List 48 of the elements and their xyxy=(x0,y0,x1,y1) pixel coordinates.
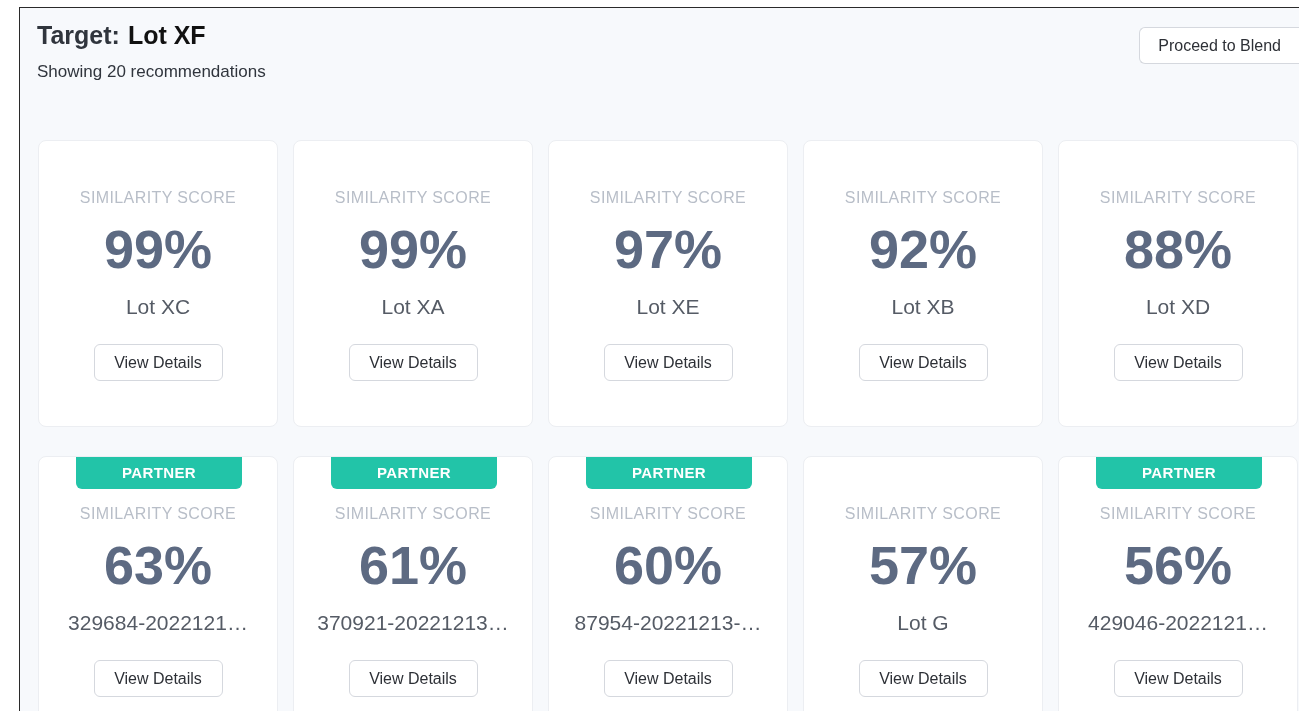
similarity-score: 92% xyxy=(868,218,978,280)
proceed-button[interactable]: Proceed to Blend xyxy=(1139,27,1299,64)
view-details-button[interactable]: View Details xyxy=(858,344,988,381)
target-label: Target: xyxy=(37,20,120,51)
view-details-button[interactable]: View Details xyxy=(93,344,223,381)
score-label: SIMILARITY SCORE xyxy=(79,504,237,524)
lot-name: Lot XA xyxy=(381,294,445,320)
view-details-button[interactable]: View Details xyxy=(603,660,733,697)
subtitle: Showing 20 recommendations xyxy=(37,60,266,83)
similarity-score: 99% xyxy=(358,218,468,280)
score-label: SIMILARITY SCORE xyxy=(844,188,1002,208)
view-details-button[interactable]: View Details xyxy=(1113,344,1243,381)
similarity-score: 99% xyxy=(103,218,213,280)
lot-name: 370921-20221213… xyxy=(317,610,509,636)
partner-badge: PARTNER xyxy=(1096,457,1262,489)
lot-name: 329684-2022121… xyxy=(68,610,248,636)
score-label: SIMILARITY SCORE xyxy=(334,504,492,524)
similarity-score: 60% xyxy=(613,534,723,596)
score-label: SIMILARITY SCORE xyxy=(334,188,492,208)
lot-name: 429046-2022121… xyxy=(1088,610,1268,636)
score-label: SIMILARITY SCORE xyxy=(1099,504,1257,524)
lot-name: Lot XC xyxy=(125,294,191,320)
view-details-button[interactable]: View Details xyxy=(858,660,988,697)
lot-name: Lot G xyxy=(897,610,949,636)
similarity-score: 88% xyxy=(1123,218,1233,280)
view-details-button[interactable]: View Details xyxy=(348,344,478,381)
target-value: Lot XF xyxy=(127,20,206,51)
view-details-button[interactable]: View Details xyxy=(1113,660,1243,697)
similarity-score: 61% xyxy=(358,534,468,596)
view-details-button[interactable]: View Details xyxy=(93,660,223,697)
score-label: SIMILARITY SCORE xyxy=(589,188,747,208)
lot-name: Lot XB xyxy=(891,294,955,320)
lot-name: Lot XD xyxy=(1145,294,1211,320)
similarity-score: 57% xyxy=(868,534,978,596)
similarity-score: 97% xyxy=(613,218,723,280)
partner-badge: PARTNER xyxy=(586,457,752,489)
view-details-button[interactable]: View Details xyxy=(603,344,733,381)
score-label: SIMILARITY SCORE xyxy=(844,504,1002,524)
score-label: SIMILARITY SCORE xyxy=(589,504,747,524)
partner-badge: PARTNER xyxy=(76,457,242,489)
lot-name: 87954-20221213-… xyxy=(574,610,762,636)
score-label: SIMILARITY SCORE xyxy=(1099,188,1257,208)
score-label: SIMILARITY SCORE xyxy=(79,188,237,208)
view-details-button[interactable]: View Details xyxy=(348,660,478,697)
lot-name: Lot XE xyxy=(636,294,700,320)
similarity-score: 56% xyxy=(1123,534,1233,596)
partner-badge: PARTNER xyxy=(331,457,497,489)
similarity-score: 63% xyxy=(103,534,213,596)
